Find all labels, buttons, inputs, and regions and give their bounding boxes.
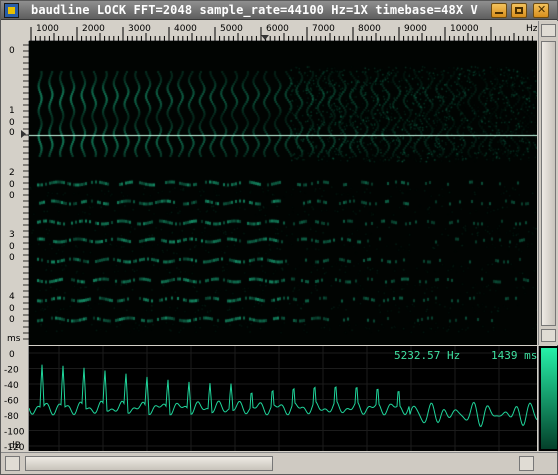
title-bar[interactable]: baudline LOCK FFT=2048 sample_rate=44100… [1, 1, 557, 20]
time-readout: 1439 ms [491, 349, 537, 362]
baudline-app-icon[interactable] [4, 3, 19, 18]
time-axis-label: 1 [9, 106, 15, 116]
db-axis-ticks: 0-20-40-60-80-100-120dB [1, 346, 29, 451]
time-axis-label: 0 [9, 180, 15, 190]
spectrogram-canvas[interactable] [29, 41, 537, 345]
ruler-label: 2000 [82, 24, 105, 34]
db-axis-label: -40 [4, 381, 19, 391]
triangle-marker-icon[interactable] [21, 130, 26, 138]
arrow-right-icon[interactable] [519, 456, 534, 471]
db-axis-label: dB [9, 441, 21, 451]
frequency-ruler[interactable]: 1000 2000 3000 4000 5000 6000 7000 8000 9000 1000… [29, 21, 537, 41]
time-axis-label: 0 [9, 253, 15, 263]
arrow-left-icon[interactable] [5, 456, 20, 471]
ruler-label: 3000 [128, 24, 151, 34]
ruler-label: 9000 [404, 24, 427, 34]
arrow-up-icon[interactable] [541, 24, 556, 37]
time-axis-label: 0 [9, 191, 15, 201]
minimize-button[interactable] [491, 3, 507, 18]
time-axis-label: 0 [9, 315, 15, 325]
frequency-readout: 5232.57 Hz [394, 349, 460, 362]
spectrum-db-axis: 0 -20 -40 -60 -80 -100 -120 dB [1, 346, 29, 451]
vertical-scroll-thumb[interactable] [541, 41, 556, 326]
close-icon: ✕ [537, 3, 545, 10]
minimize-icon [495, 7, 503, 14]
time-axis-label: 0 [9, 46, 15, 56]
spectrum-display[interactable] [29, 346, 537, 451]
baudline-window: baudline LOCK FFT=2048 sample_rate=44100… [0, 0, 558, 475]
time-axis-label: 0 [9, 128, 15, 138]
time-axis[interactable]: 0 1 0 0 2 0 0 3 0 0 4 0 0 ms [1, 41, 29, 345]
time-axis-label: 4 [9, 292, 15, 302]
time-axis-label: 0 [9, 242, 15, 252]
time-axis-label: 3 [9, 230, 15, 240]
ruler-label: 8000 [358, 24, 381, 34]
ruler-label: 1000 [36, 24, 59, 34]
ruler-label: 6000 [266, 24, 289, 34]
db-axis-label: -20 [4, 366, 19, 376]
time-axis-label: 0 [9, 118, 15, 128]
level-meter [538, 346, 558, 451]
ruler-label: Hz [526, 24, 537, 34]
ruler-label: 5000 [220, 24, 243, 34]
maximize-button[interactable] [511, 3, 527, 18]
triangle-marker-icon[interactable] [261, 35, 269, 40]
horizontal-scrollbar[interactable] [1, 452, 557, 474]
horizontal-scroll-thumb[interactable] [25, 456, 273, 471]
close-button[interactable]: ✕ [533, 3, 549, 18]
db-axis-label: -100 [4, 428, 25, 438]
ruler-label: 7000 [312, 24, 335, 34]
spectrogram-display[interactable] [29, 41, 537, 345]
window-title: baudline LOCK FFT=2048 sample_rate=44100… [31, 3, 478, 17]
ruler-label: 10000 [450, 24, 479, 34]
vertical-scrollbar[interactable] [538, 21, 558, 345]
spectrum-plot[interactable] [29, 346, 537, 451]
db-axis-label: 0 [9, 350, 15, 360]
level-meter-graphic [539, 346, 558, 451]
time-axis-label: 0 [9, 304, 15, 314]
db-axis-label: -80 [4, 412, 19, 422]
frequency-ruler-ticks: 1000 2000 3000 4000 5000 6000 7000 8000 9000 1000… [29, 21, 537, 41]
ruler-label: 4000 [174, 24, 197, 34]
maximize-icon [515, 7, 523, 14]
db-axis-label: -60 [4, 397, 19, 407]
time-axis-ticks: 0100200300400ms [1, 41, 29, 345]
spectrum-trace [29, 365, 537, 427]
arrow-down-icon[interactable] [541, 329, 556, 342]
time-axis-label: 2 [9, 168, 15, 178]
time-axis-label: ms [7, 334, 21, 344]
